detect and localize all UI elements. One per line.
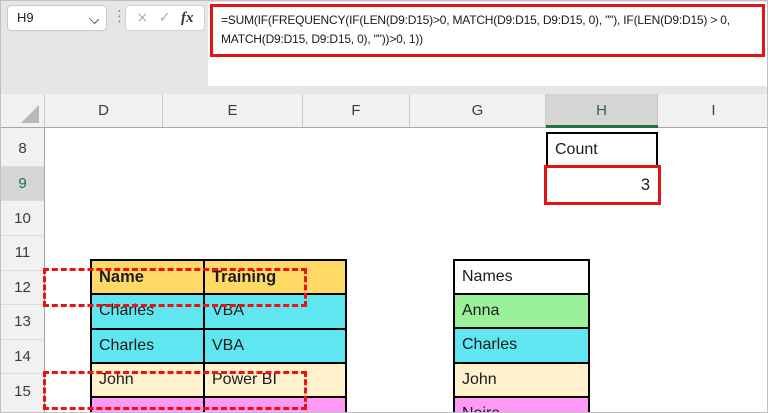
formula-text: =SUM(IF(FREQUENCY(IF(LEN(D9:D15)>0, MATC…: [221, 13, 730, 46]
column-header-row: D E F G H I: [1, 94, 767, 128]
insert-function-icon[interactable]: fx: [181, 10, 194, 27]
training-table: Name Training Charles VBA Charles VBA Jo…: [90, 259, 347, 412]
table-row: Name Training: [92, 261, 345, 296]
table-row: Charles VBA: [92, 329, 345, 364]
cell-h9-result-selected[interactable]: 3: [544, 165, 661, 205]
row-header-13[interactable]: 13: [1, 305, 44, 340]
cancel-icon[interactable]: ×: [137, 10, 149, 26]
column-header-e[interactable]: E: [163, 94, 303, 127]
cell-d10[interactable]: Charles: [92, 329, 205, 362]
row-header-12[interactable]: 12: [1, 271, 44, 306]
select-all-icon: [21, 105, 39, 123]
cell-g10[interactable]: Charles: [455, 329, 588, 364]
cell-d8-name-header[interactable]: Name: [92, 261, 205, 294]
name-box[interactable]: H9: [7, 5, 107, 31]
enter-icon[interactable]: ✓: [159, 10, 171, 26]
row-header-9-selected[interactable]: 9: [1, 166, 44, 202]
cell-g12[interactable]: Noira: [455, 397, 588, 412]
table-row: Charles VBA: [92, 295, 345, 330]
cell-d12-empty[interactable]: [92, 398, 205, 412]
table-row: John Power BI: [92, 363, 345, 398]
column-header-d[interactable]: D: [45, 94, 163, 127]
formula-buttons-group: × ✓ fx: [125, 5, 205, 31]
formula-bar[interactable]: =SUM(IF(FREQUENCY(IF(LEN(D9:D15)>0, MATC…: [208, 2, 767, 86]
cell-e11[interactable]: Power BI: [205, 363, 345, 396]
cell-e9[interactable]: VBA: [205, 295, 345, 328]
cell-d9[interactable]: Charles: [92, 295, 205, 328]
formula-toolbar: H9 ⋮ × ✓ fx =SUM(IF(FREQUENCY(IF(LEN(D9:…: [1, 1, 767, 94]
cell-e8-training-header[interactable]: Training: [205, 261, 345, 294]
cell-e10[interactable]: VBA: [205, 329, 345, 362]
row-header-15[interactable]: 15: [1, 374, 44, 408]
cell-g8-names-header[interactable]: Names: [455, 261, 588, 296]
formula-highlight-box: =SUM(IF(FREQUENCY(IF(LEN(D9:D15)>0, MATC…: [210, 4, 765, 57]
cell-h8-count-header[interactable]: Count: [546, 132, 658, 167]
cell-e12-empty[interactable]: [205, 398, 345, 412]
spreadsheet-window: H9 ⋮ × ✓ fx =SUM(IF(FREQUENCY(IF(LEN(D9:…: [0, 0, 768, 413]
select-all-button[interactable]: [1, 94, 45, 127]
row-header-10[interactable]: 10: [1, 201, 44, 236]
names-table: Names Anna Charles John Noira Jonathan: [453, 259, 590, 412]
cell-d11[interactable]: John: [92, 363, 205, 396]
column-header-f[interactable]: F: [303, 94, 410, 127]
chevron-down-icon[interactable]: [90, 15, 98, 23]
table-row: [92, 398, 345, 412]
column-header-g[interactable]: G: [410, 94, 546, 127]
row-header-column: 7 8 9 10 11 12 13 14 15: [1, 128, 45, 412]
row-header-14[interactable]: 14: [1, 340, 44, 375]
column-header-h-selected[interactable]: H: [546, 94, 658, 127]
row-header-8[interactable]: 8: [1, 132, 44, 167]
name-box-value: H9: [17, 10, 34, 25]
row-header-11[interactable]: 11: [1, 236, 44, 271]
cell-g11[interactable]: John: [455, 363, 588, 398]
cell-g9[interactable]: Anna: [455, 295, 588, 330]
column-header-i[interactable]: I: [658, 94, 767, 127]
